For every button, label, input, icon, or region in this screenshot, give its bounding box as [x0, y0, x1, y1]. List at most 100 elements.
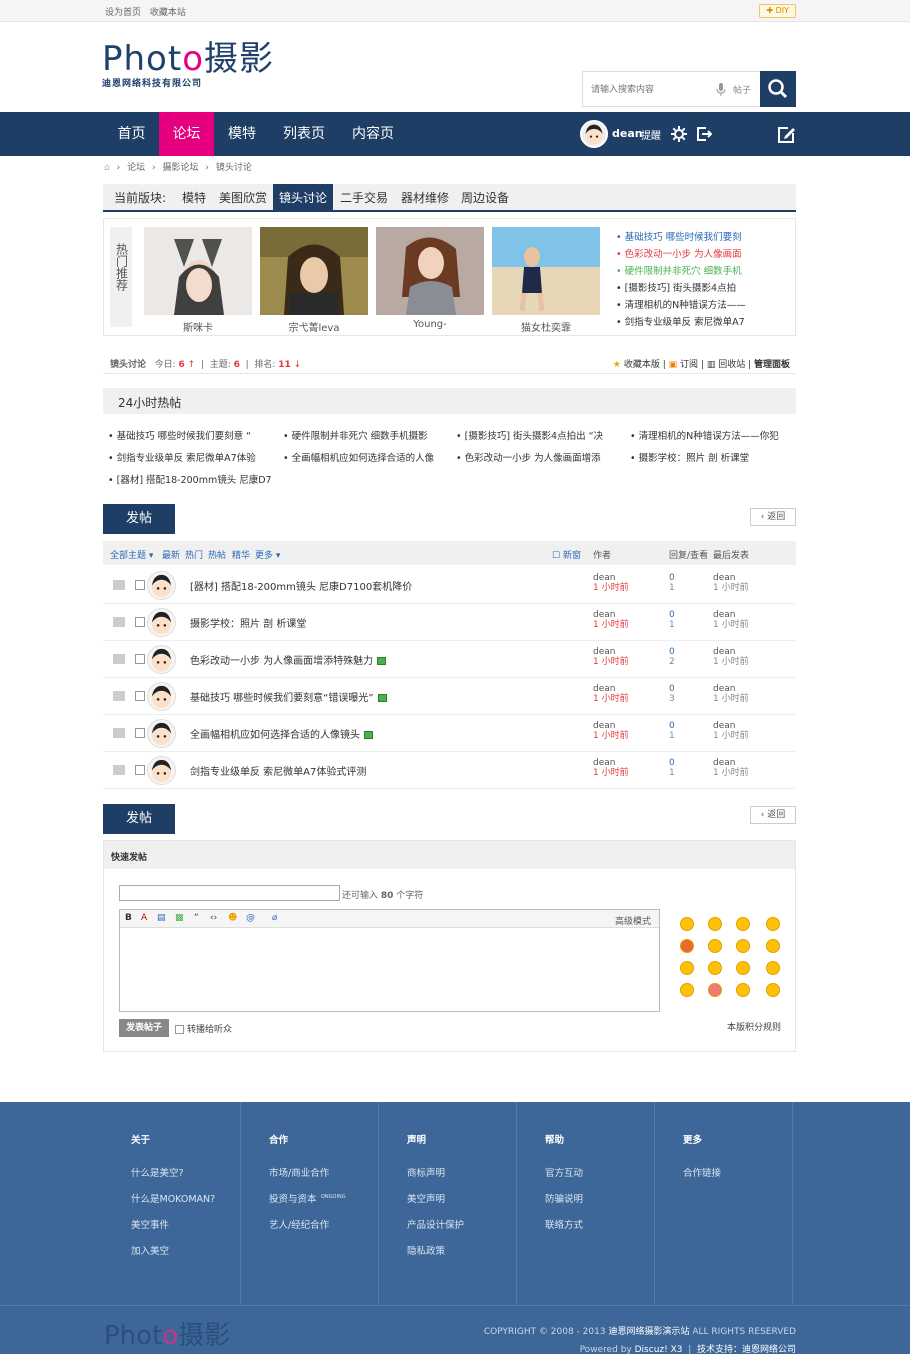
hot24-item[interactable]: • 色彩改动一小步 为人像画面增添	[456, 450, 601, 464]
footer-link[interactable]: 合作链接	[683, 1165, 721, 1179]
last-time[interactable]: 1 小时前	[713, 657, 749, 667]
bold-icon[interactable]: B	[125, 913, 132, 923]
diy-button[interactable]: ✚ DIY	[759, 4, 796, 18]
last-time[interactable]: 1 小时前	[713, 731, 749, 741]
smiley-icon[interactable]	[766, 939, 780, 953]
search-type-select[interactable]: 帖子	[733, 83, 751, 96]
favorite-link[interactable]: 收藏本站	[150, 8, 186, 18]
footer-logo[interactable]: Photo摄影	[104, 1315, 230, 1352]
reply-count[interactable]: 0	[669, 758, 675, 768]
thread-title-link[interactable]: [器材] 搭配18-200mm镜头 尼康D7100套机降价	[190, 578, 412, 593]
board-tab-lens[interactable]: 镜头讨论	[273, 184, 334, 212]
copyright-site[interactable]: 迪恩网络摄影演示站	[608, 1327, 689, 1337]
reply-count[interactable]: 0	[669, 684, 675, 694]
nav-item-home[interactable]: 首页	[104, 112, 159, 156]
footer-link[interactable]: 美空事件	[131, 1217, 169, 1231]
author-avatar[interactable]	[147, 571, 176, 600]
advanced-mode-link[interactable]: 高级模式	[615, 914, 651, 927]
new-post-edit-icon[interactable]	[776, 125, 796, 145]
footer-link[interactable]: 商标声明	[407, 1165, 445, 1179]
smiley-icon[interactable]	[736, 983, 750, 997]
hot-photo-3[interactable]	[376, 227, 484, 315]
reply-count[interactable]: 0	[669, 610, 675, 620]
smiley-icon[interactable]	[736, 961, 750, 975]
thread-title-link[interactable]: 全画幅相机应如何选择合适的人像镜头	[190, 726, 373, 741]
credit-rules-link[interactable]: 本版积分规则	[727, 1020, 781, 1033]
last-author[interactable]: dean	[713, 573, 735, 583]
smiley-icon[interactable]	[680, 939, 694, 953]
reply-count[interactable]: 0	[669, 647, 675, 657]
hot24-item[interactable]: • 全画幅相机应如何选择合适的人像	[283, 450, 434, 464]
thread-title-link[interactable]: 基础技巧 哪些时候我们要刻意“错误曝光”	[190, 689, 387, 704]
hot-link[interactable]: • [摄影技巧] 街头摄影4点拍	[616, 280, 746, 297]
image-icon[interactable]: ▤	[157, 913, 166, 923]
hot-link[interactable]: • 色彩改动一小步 为人像画面	[616, 246, 746, 263]
footer-link[interactable]: 防骗说明	[545, 1191, 583, 1205]
board-tab-gallery[interactable]: 美图欣赏	[219, 184, 267, 212]
author-avatar[interactable]	[147, 756, 176, 785]
subscribe-link[interactable]: 订阅	[680, 360, 698, 370]
smiley-icon[interactable]	[766, 983, 780, 997]
smiley-icon[interactable]	[680, 983, 694, 997]
smiley-icon[interactable]	[708, 917, 722, 931]
hot-photo-1[interactable]	[144, 227, 252, 315]
footer-link[interactable]: 投资与资本	[269, 1191, 317, 1205]
site-logo[interactable]: Photo摄影 迪恩网络科技有限公司	[102, 40, 274, 89]
hot-photo-caption[interactable]: 宗弋菁leva	[260, 319, 368, 334]
filter-more[interactable]: 更多 ▾	[255, 548, 280, 561]
nav-item-models[interactable]: 模特	[214, 112, 270, 156]
smiley-icon[interactable]	[708, 939, 722, 953]
hot24-item[interactable]: • 基础技巧 哪些时候我们要刻意 “	[108, 428, 251, 442]
hot-photo-caption[interactable]: 斯咪卡	[144, 319, 252, 334]
hot-photo-caption[interactable]: Young-	[376, 319, 484, 330]
hot-photo-caption[interactable]: 猫女杜奕霏	[492, 319, 600, 334]
hot-photo-4[interactable]	[492, 227, 600, 315]
filter-digest[interactable]: 精华	[232, 548, 250, 561]
smiley-icon[interactable]	[680, 917, 694, 931]
footer-link[interactable]: 市场/商业合作	[269, 1165, 329, 1179]
footer-link[interactable]: 美空声明	[407, 1191, 445, 1205]
author-avatar[interactable]	[147, 719, 176, 748]
footer-link[interactable]: 艺人/经纪合作	[269, 1217, 329, 1231]
search-input[interactable]	[583, 72, 713, 106]
last-author[interactable]: dean	[713, 610, 735, 620]
thread-checkbox[interactable]	[135, 654, 145, 664]
hot24-item[interactable]: • 清理相机的N种错误方法——你犯	[630, 428, 779, 442]
thread-title-link[interactable]: 色彩改动一小步 为人像画面增添特殊魅力	[190, 652, 387, 667]
at-icon[interactable]: @	[246, 913, 255, 923]
author-name[interactable]: dean	[593, 610, 615, 620]
crumb-lens[interactable]: 镜头讨论	[216, 163, 252, 173]
post-button[interactable]: 发帖	[103, 504, 175, 534]
submit-post-button[interactable]: 发表帖子	[119, 1019, 169, 1037]
smiley-icon[interactable]	[708, 983, 722, 997]
footer-link[interactable]: 什么是美空?	[131, 1165, 184, 1179]
set-home-link[interactable]: 设为首页	[105, 8, 141, 18]
message-editor[interactable]: B A ▤ ▩ “ ‹› ☻ @ ⌀ 高级模式	[119, 909, 660, 1012]
last-time[interactable]: 1 小时前	[713, 583, 749, 593]
author-name[interactable]: dean	[593, 721, 615, 731]
author-name[interactable]: dean	[593, 647, 615, 657]
author-name[interactable]: dean	[593, 684, 615, 694]
last-author[interactable]: dean	[713, 647, 735, 657]
smiley-icon[interactable]	[766, 961, 780, 975]
manage-panel-link[interactable]: 管理面板	[754, 360, 790, 370]
thread-row[interactable]: 全画幅相机应如何选择合适的人像镜头 dean 1 小时前 0 1 dean 1 小时前	[103, 715, 796, 752]
smiley-icon[interactable]	[708, 961, 722, 975]
footer-link[interactable]: 产品设计保护	[407, 1217, 464, 1231]
smiley-icon[interactable]: ☻	[228, 913, 237, 923]
reply-count[interactable]: 0	[669, 573, 675, 583]
board-tab-repair[interactable]: 器材维修	[401, 184, 449, 212]
thread-row[interactable]: 摄影学校：照片 剖 析课堂 dean 1 小时前 0 1 dean 1 小时前	[103, 604, 796, 641]
hot24-item[interactable]: • 剑指专业级单反 索尼微单A7体验	[108, 450, 256, 464]
code-icon[interactable]: ‹›	[210, 913, 217, 923]
hot-photo-2[interactable]	[260, 227, 368, 315]
hot24-item[interactable]: • [器材] 搭配18-200mm镜头 尼康D7	[108, 472, 272, 486]
logout-icon[interactable]	[696, 126, 712, 142]
back-button[interactable]: ‹ 返回	[750, 508, 796, 526]
last-author[interactable]: dean	[713, 758, 735, 768]
settings-gear-icon[interactable]	[671, 126, 687, 142]
thread-row[interactable]: 剑指专业级单反 索尼微单A7体验式评测 dean 1 小时前 0 1 dean 1 小时前	[103, 752, 796, 789]
smiley-icon[interactable]	[680, 961, 694, 975]
attachment-icon[interactable]: ⌀	[272, 913, 277, 923]
footer-link[interactable]: 什么是MOKOMAN?	[131, 1191, 215, 1205]
